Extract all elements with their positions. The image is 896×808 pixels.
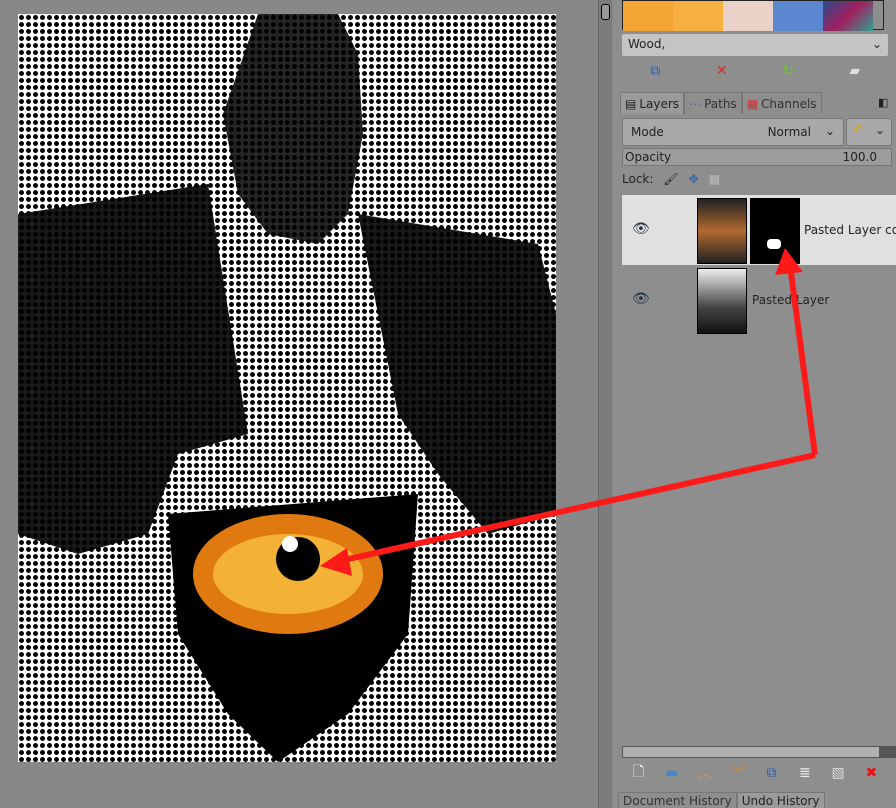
lock-alpha-icon[interactable]: ▩ bbox=[709, 172, 720, 186]
pattern-swatch[interactable] bbox=[823, 1, 873, 31]
layer-name[interactable]: Pasted Layer bbox=[752, 293, 829, 307]
tab-layers[interactable]: ▤ Layers bbox=[620, 92, 685, 114]
new-group-icon[interactable]: ▬ bbox=[663, 764, 681, 782]
layers-list: 👁 Pasted Layer co 👁 Pasted Layer bbox=[622, 195, 896, 743]
bottom-tabs: Document History Undo History bbox=[618, 792, 825, 808]
mode-label: Mode bbox=[631, 125, 664, 139]
channels-icon: ▦ bbox=[746, 96, 759, 111]
layer-mask-thumbnail[interactable] bbox=[750, 198, 800, 264]
dock-tabs: ▤ Layers ⋯ Paths ▦ Channels bbox=[620, 92, 822, 114]
delete-icon[interactable]: ✖ bbox=[862, 764, 880, 782]
delete-icon[interactable]: ✕ bbox=[713, 62, 731, 80]
lower-icon[interactable]: ﹀ bbox=[729, 764, 747, 782]
lock-position-icon[interactable]: ✥ bbox=[689, 172, 699, 186]
mode-select[interactable]: Mode Normal ⌄ bbox=[622, 118, 844, 146]
scrollbar-thumb[interactable] bbox=[879, 747, 895, 757]
mode-value: Normal bbox=[767, 125, 811, 139]
chevron-down-icon: ⌄ bbox=[824, 124, 835, 138]
layer-row[interactable]: 👁 Pasted Layer bbox=[622, 265, 896, 335]
layers-horizontal-scrollbar[interactable] bbox=[622, 746, 896, 758]
paths-icon: ⋯ bbox=[689, 96, 702, 111]
scrollbar-thumb[interactable] bbox=[601, 4, 610, 20]
tab-paths[interactable]: ⋯ Paths bbox=[684, 92, 742, 114]
image-canvas[interactable] bbox=[18, 14, 556, 762]
layer-name[interactable]: Pasted Layer co bbox=[804, 223, 896, 237]
refresh-icon[interactable]: ↻ bbox=[779, 62, 797, 80]
pattern-swatch[interactable] bbox=[773, 1, 823, 31]
lock-pixels-icon[interactable]: 🖌 bbox=[663, 172, 678, 186]
tab-label: Layers bbox=[639, 96, 680, 111]
pattern-swatch[interactable] bbox=[623, 1, 673, 31]
image-canvas-area[interactable] bbox=[0, 0, 598, 808]
eye-icon[interactable]: 👁 bbox=[632, 221, 650, 237]
new-layer-icon[interactable]: 🗋 bbox=[630, 764, 648, 782]
anchor-icon[interactable]: ≣ bbox=[796, 764, 814, 782]
lock-row: Lock: 🖌 ✥ ▩ bbox=[622, 172, 720, 186]
pattern-swatches bbox=[622, 0, 884, 31]
pattern-name: Wood, bbox=[628, 37, 666, 51]
tab-channels[interactable]: ▦ Channels bbox=[741, 92, 822, 114]
eye-icon[interactable]: 👁 bbox=[632, 291, 650, 307]
layer-thumbnail bbox=[697, 198, 747, 264]
layer-row[interactable]: 👁 Pasted Layer co bbox=[622, 195, 896, 265]
panel-menu-icon[interactable]: ◧ bbox=[878, 96, 888, 109]
tab-label: Channels bbox=[761, 96, 817, 111]
layers-icon: ▤ bbox=[625, 96, 637, 111]
canvas-vertical-scrollbar[interactable] bbox=[598, 0, 612, 808]
tab-undo-history[interactable]: Undo History bbox=[736, 792, 825, 808]
open-folder-icon[interactable]: ▰ bbox=[846, 62, 864, 80]
composite-mode-button[interactable]: ↶ ⌄ bbox=[846, 118, 892, 146]
duplicate-icon[interactable]: ⧉ bbox=[763, 764, 781, 782]
halftone-photo bbox=[18, 14, 556, 762]
opacity-spinner[interactable]: Opacity 100.0 bbox=[622, 148, 892, 166]
pattern-select[interactable]: Wood, ⌄ bbox=[622, 34, 888, 56]
opacity-label: Opacity bbox=[625, 150, 672, 164]
reset-icon: ↶ bbox=[853, 123, 864, 137]
layer-actions: 🗋 ▬ ︿ ﹀ ⧉ ≣ ▧ ✖ bbox=[622, 764, 888, 782]
duplicate-icon[interactable]: ⧉ bbox=[646, 62, 664, 80]
pattern-actions: ⧉ ✕ ↻ ▰ bbox=[622, 62, 888, 80]
lock-label: Lock: bbox=[622, 172, 654, 186]
chevron-down-icon: ⌄ bbox=[874, 123, 885, 137]
tab-label: Paths bbox=[704, 96, 737, 111]
tab-document-history[interactable]: Document History bbox=[618, 792, 737, 808]
pattern-swatch[interactable] bbox=[723, 1, 773, 31]
chevron-down-icon: ⌄ bbox=[871, 37, 882, 51]
dock-panel: Wood, ⌄ ⧉ ✕ ↻ ▰ ▤ Layers ⋯ Paths ▦ Channels … bbox=[614, 0, 896, 808]
opacity-value: 100.0 bbox=[842, 150, 877, 164]
pattern-swatch[interactable] bbox=[673, 1, 723, 31]
layer-thumbnail bbox=[697, 268, 747, 334]
mask-icon[interactable]: ▧ bbox=[829, 764, 847, 782]
raise-icon[interactable]: ︿ bbox=[696, 764, 714, 782]
